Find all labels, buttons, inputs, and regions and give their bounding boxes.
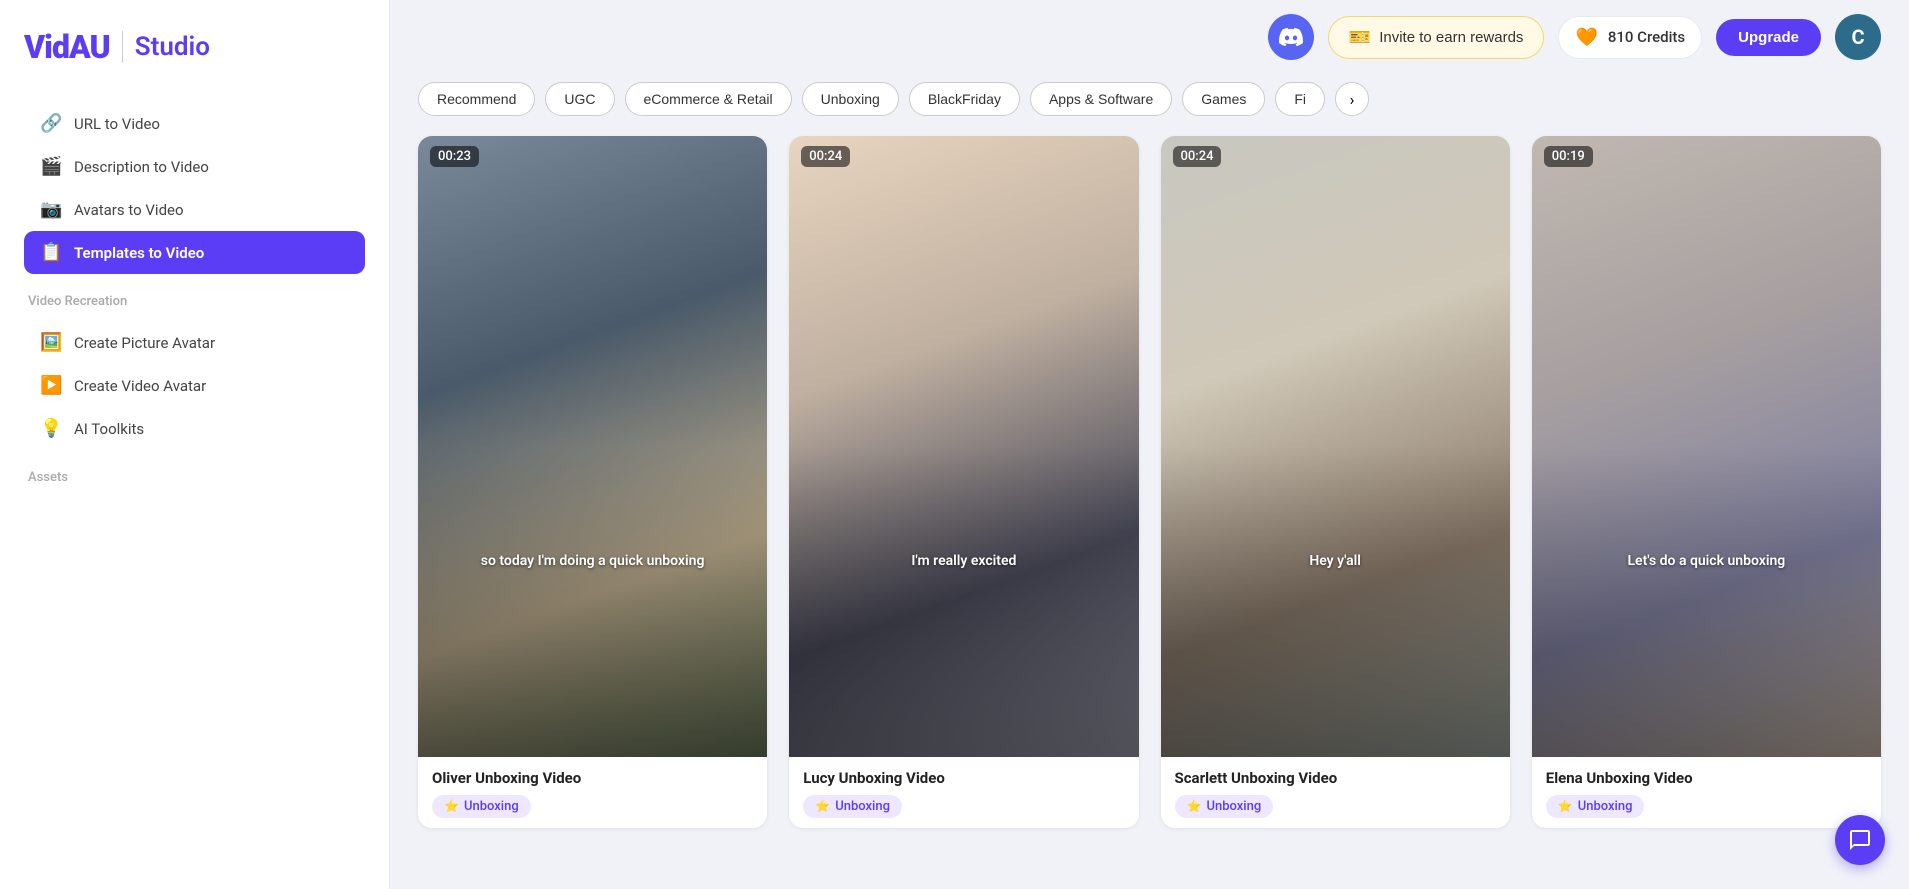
thumb-overlay — [418, 446, 767, 756]
video-card-oliver[interactable]: 00:23 so today I'm doing a quick unboxin… — [418, 136, 767, 828]
main-content: 🎫 Invite to earn rewards 🧡 810 Credits U… — [390, 0, 1909, 889]
credits-label: 810 Credits — [1608, 28, 1685, 46]
sidebar-item-templates-to-video[interactable]: 📋 Templates to Video — [24, 231, 365, 274]
thumb-overlay — [1161, 446, 1510, 756]
tag-star-icon: ⭐ — [1187, 799, 1202, 813]
nav-icon-templates-to-video: 📋 — [40, 242, 62, 263]
sidebar-item-url-to-video[interactable]: 🔗 URL to Video — [24, 102, 365, 145]
nav-label-templates-to-video: Templates to Video — [74, 244, 204, 262]
video-duration-elena: 00:19 — [1544, 146, 1593, 167]
logo-name: VidAU — [24, 28, 110, 66]
nav-icon-create-video-avatar: ▶️ — [40, 375, 62, 396]
nav-icon-url-to-video: 🔗 — [40, 113, 62, 134]
invite-button[interactable]: 🎫 Invite to earn rewards — [1328, 16, 1545, 59]
video-info-scarlett: Scarlett Unboxing Video ⭐ Unboxing — [1161, 757, 1510, 828]
nav-label-url-to-video: URL to Video — [74, 115, 160, 133]
section-video-recreation: Video Recreation — [24, 294, 365, 309]
video-thumb-elena: 00:19 Let's do a quick unboxing — [1532, 136, 1881, 757]
category-tab-games[interactable]: Games — [1182, 82, 1265, 116]
video-caption-scarlett: Hey y'all — [1161, 552, 1510, 570]
video-title-elena: Elena Unboxing Video — [1546, 769, 1867, 787]
logo-divider — [122, 31, 123, 63]
invite-icon: 🎫 — [1349, 27, 1371, 48]
upgrade-button[interactable]: Upgrade — [1716, 19, 1821, 56]
invite-label: Invite to earn rewards — [1379, 29, 1523, 46]
category-next-arrow[interactable]: › — [1335, 82, 1369, 116]
user-avatar[interactable]: C — [1835, 14, 1881, 60]
category-tab-blackfriday[interactable]: BlackFriday — [909, 82, 1020, 116]
nav-label-ai-toolkits: AI Toolkits — [74, 420, 144, 438]
video-duration-scarlett: 00:24 — [1173, 146, 1222, 167]
credits-area: 🧡 810 Credits — [1558, 16, 1702, 59]
video-title-lucy: Lucy Unboxing Video — [803, 769, 1124, 787]
category-tab-ugc[interactable]: UGC — [545, 82, 614, 116]
video-caption-elena: Let's do a quick unboxing — [1532, 552, 1881, 570]
video-recreation-items: 🖼️ Create Picture Avatar▶️ Create Video … — [24, 321, 365, 450]
section-assets: Assets — [24, 470, 365, 485]
video-info-lucy: Lucy Unboxing Video ⭐ Unboxing — [789, 757, 1138, 828]
nav-label-create-picture-avatar: Create Picture Avatar — [74, 334, 215, 352]
topbar: 🎫 Invite to earn rewards 🧡 810 Credits U… — [390, 0, 1909, 74]
nav-label-desc-to-video: Description to Video — [74, 158, 209, 176]
video-card-scarlett[interactable]: 00:24 Hey y'all Scarlett Unboxing Video … — [1161, 136, 1510, 828]
avatar-letter: C — [1851, 25, 1864, 49]
video-caption-oliver: so today I'm doing a quick unboxing — [418, 552, 767, 570]
video-grid: 00:23 so today I'm doing a quick unboxin… — [390, 128, 1909, 889]
video-title-oliver: Oliver Unboxing Video — [432, 769, 753, 787]
nav-icon-desc-to-video: 🎬 — [40, 156, 62, 177]
category-tab-ecommerce-retail[interactable]: eCommerce & Retail — [625, 82, 792, 116]
category-tabs-container: Recommend UGC eCommerce & Retail Unboxing Bl… — [418, 82, 1325, 116]
video-title-scarlett: Scarlett Unboxing Video — [1175, 769, 1496, 787]
discord-button[interactable] — [1268, 14, 1314, 60]
credits-icon: 🧡 — [1575, 27, 1597, 48]
video-tag-elena: ⭐ Unboxing — [1546, 795, 1645, 818]
logo-subtitle: Studio — [135, 32, 210, 62]
category-tab-apps-software[interactable]: Apps & Software — [1030, 82, 1172, 116]
category-bar: Recommend UGC eCommerce & Retail Unboxing Bl… — [390, 74, 1909, 128]
category-tab-recommend[interactable]: Recommend — [418, 82, 535, 116]
sidebar-item-create-video-avatar[interactable]: ▶️ Create Video Avatar — [24, 364, 365, 407]
video-tag-scarlett: ⭐ Unboxing — [1175, 795, 1274, 818]
sidebar-item-create-picture-avatar[interactable]: 🖼️ Create Picture Avatar — [24, 321, 365, 364]
nav-label-avatars-to-video: Avatars to Video — [74, 201, 184, 219]
video-caption-lucy: I'm really excited — [789, 552, 1138, 570]
video-tag-oliver: ⭐ Unboxing — [432, 795, 531, 818]
nav-items: 🔗 URL to Video🎬 Description to Video📷 Av… — [24, 102, 365, 274]
sidebar-item-desc-to-video[interactable]: 🎬 Description to Video — [24, 145, 365, 188]
logo-area: VidAU Studio — [24, 28, 365, 66]
nav-label-create-video-avatar: Create Video Avatar — [74, 377, 206, 395]
sidebar: VidAU Studio 🔗 URL to Video🎬 Description… — [0, 0, 390, 889]
tag-star-icon: ⭐ — [1558, 799, 1573, 813]
video-thumb-lucy: 00:24 I'm really excited — [789, 136, 1138, 757]
video-duration-lucy: 00:24 — [801, 146, 850, 167]
category-tab-unboxing[interactable]: Unboxing — [802, 82, 899, 116]
video-tag-lucy: ⭐ Unboxing — [803, 795, 902, 818]
tag-star-icon: ⭐ — [444, 799, 459, 813]
thumb-overlay — [1532, 446, 1881, 756]
video-info-oliver: Oliver Unboxing Video ⭐ Unboxing — [418, 757, 767, 828]
sidebar-item-avatars-to-video[interactable]: 📷 Avatars to Video — [24, 188, 365, 231]
nav-icon-avatars-to-video: 📷 — [40, 199, 62, 220]
video-thumb-oliver: 00:23 so today I'm doing a quick unboxin… — [418, 136, 767, 757]
thumb-overlay — [789, 446, 1138, 756]
video-card-lucy[interactable]: 00:24 I'm really excited Lucy Unboxing V… — [789, 136, 1138, 828]
sidebar-item-ai-toolkits[interactable]: 💡 AI Toolkits — [24, 407, 365, 450]
category-tab-fi[interactable]: Fi — [1275, 82, 1325, 116]
video-thumb-scarlett: 00:24 Hey y'all — [1161, 136, 1510, 757]
video-card-elena[interactable]: 00:19 Let's do a quick unboxing Elena Un… — [1532, 136, 1881, 828]
chat-bubble-button[interactable] — [1835, 815, 1885, 865]
nav-icon-create-picture-avatar: 🖼️ — [40, 332, 62, 353]
video-info-elena: Elena Unboxing Video ⭐ Unboxing — [1532, 757, 1881, 828]
video-duration-oliver: 00:23 — [430, 146, 479, 167]
nav-icon-ai-toolkits: 💡 — [40, 418, 62, 439]
tag-star-icon: ⭐ — [815, 799, 830, 813]
